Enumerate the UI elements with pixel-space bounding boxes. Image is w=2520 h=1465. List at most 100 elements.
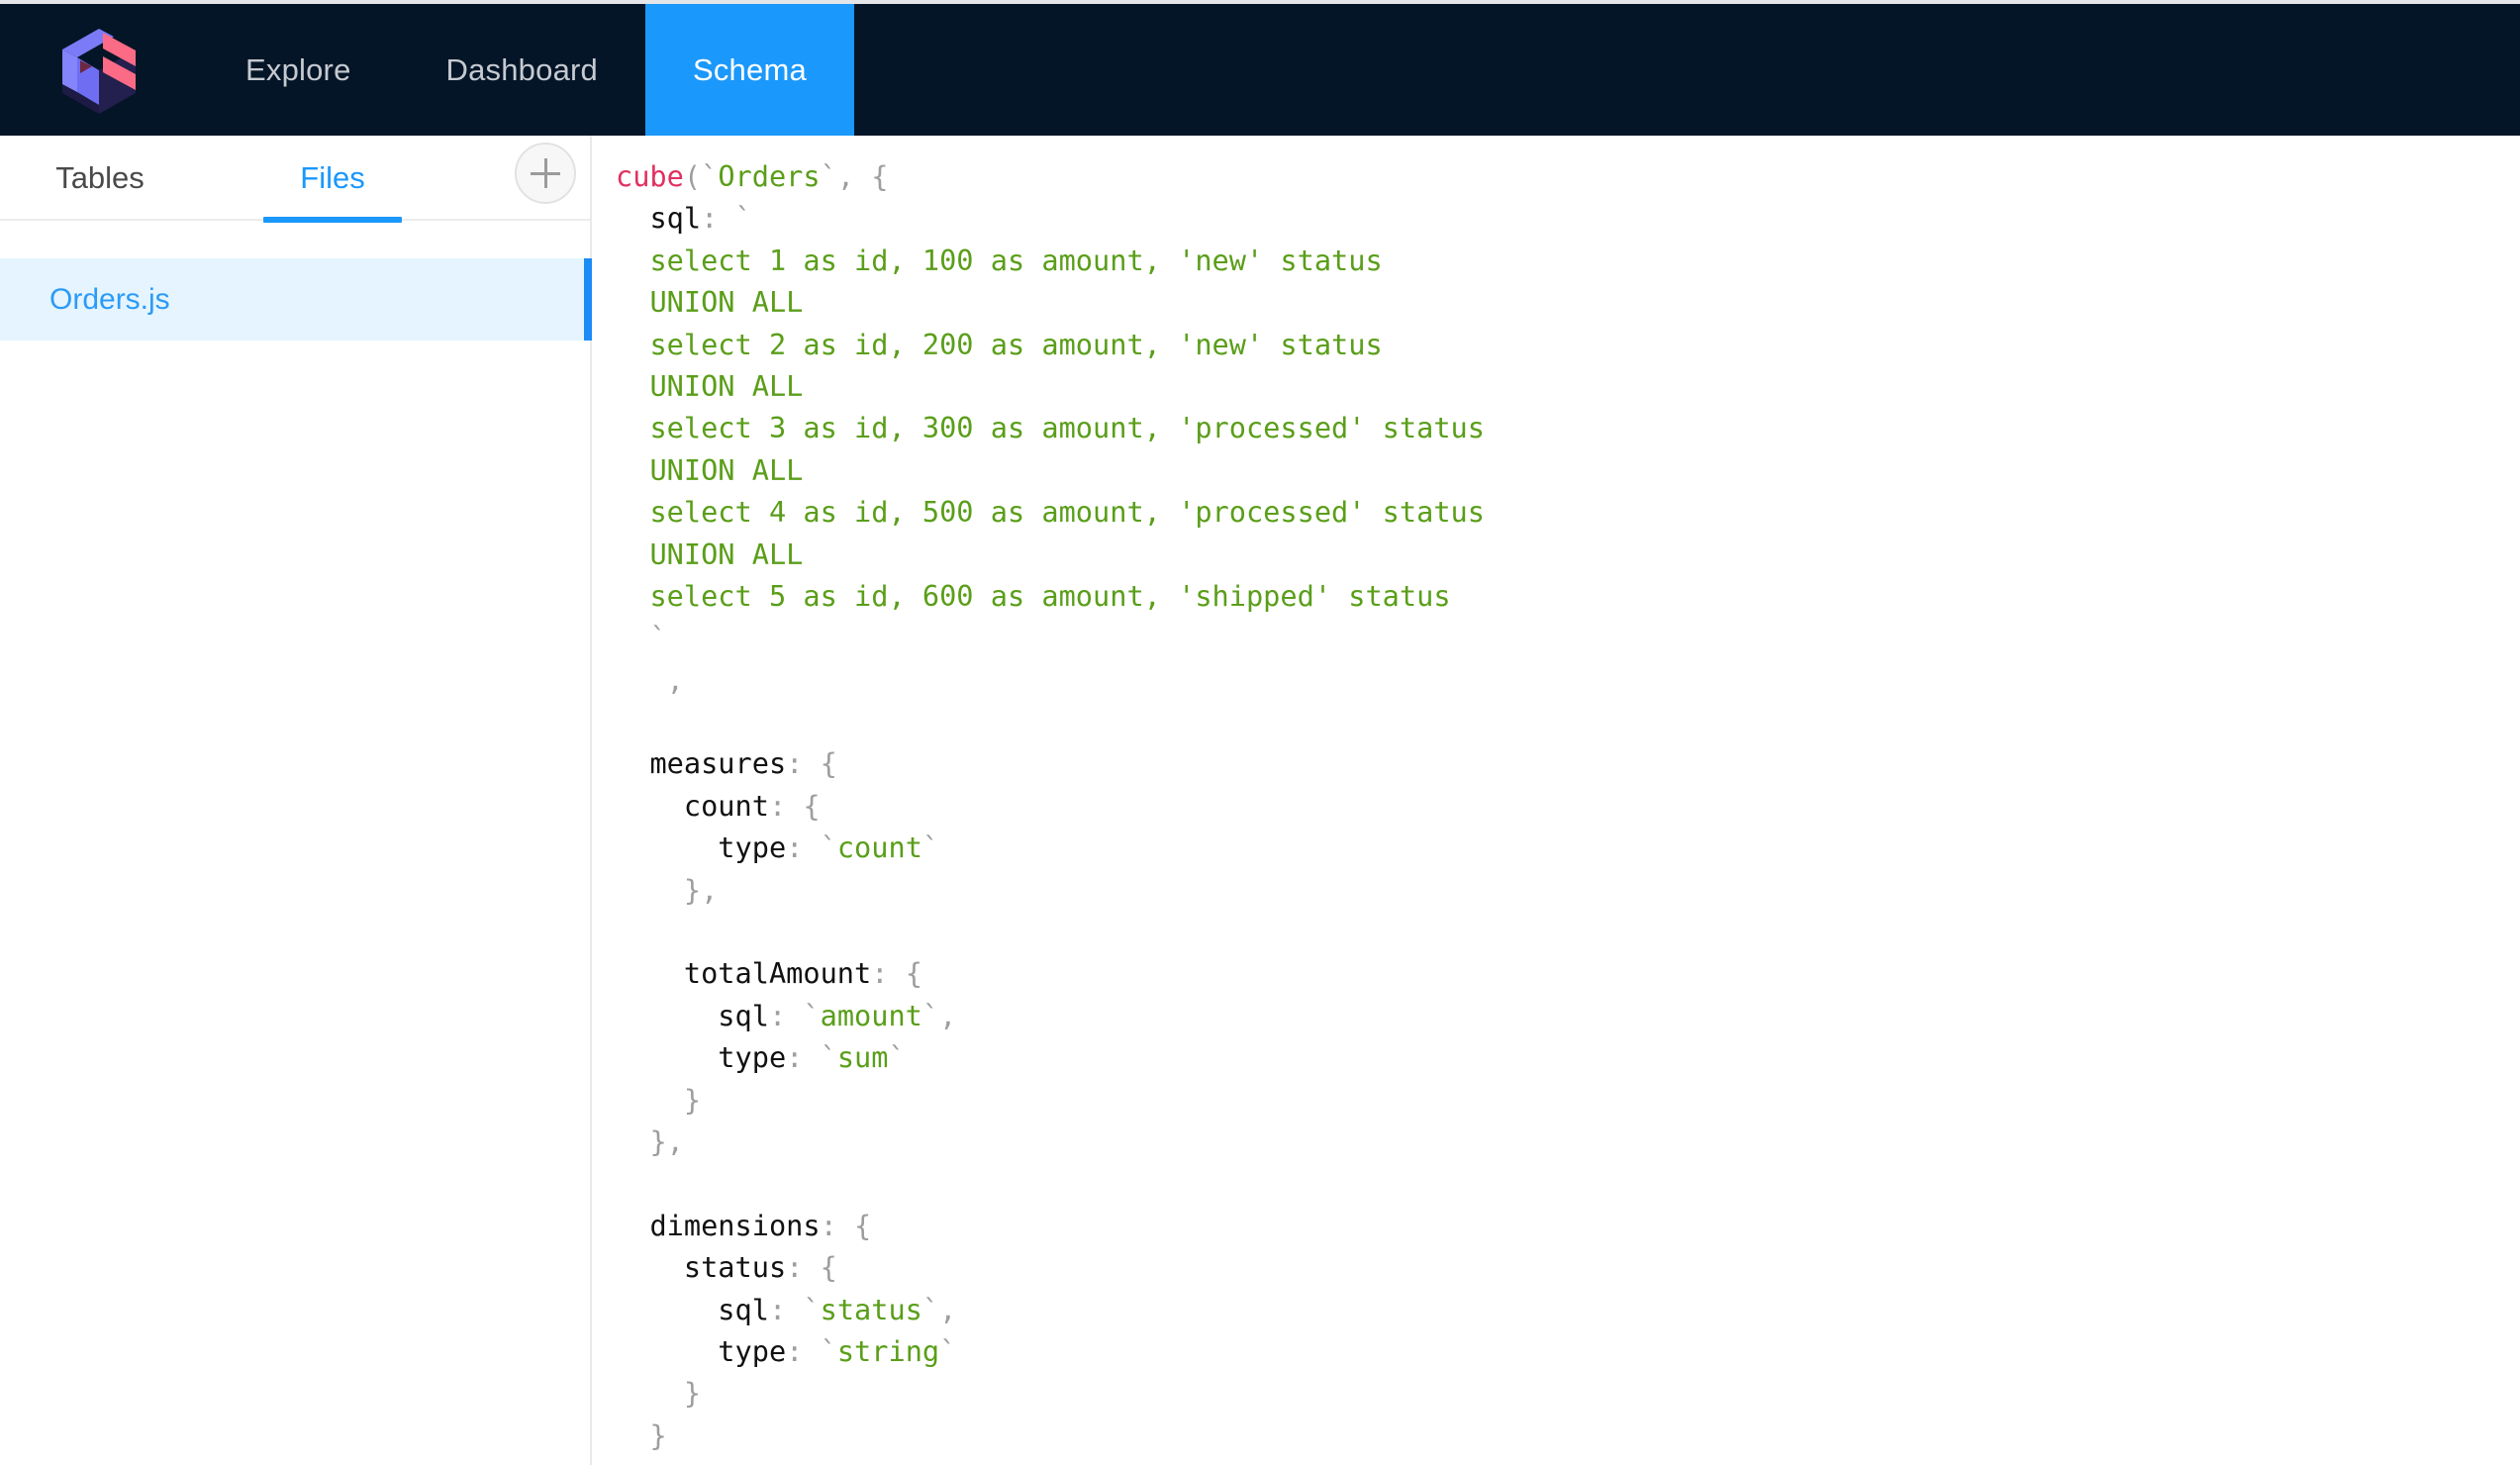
code-line: } [616, 1372, 2520, 1414]
code-line: cube(`Orders`, { [616, 155, 2520, 197]
code-line: select 3 as id, 300 as amount, 'processe… [616, 407, 2520, 448]
code-token: , [939, 1292, 957, 1326]
code-token: ` [820, 1040, 837, 1075]
app-root: Explore Dashboard Schema Tables Files Or… [0, 0, 2520, 1465]
code-token: : [701, 201, 735, 236]
code-line: select 5 as id, 600 as amount, 'shipped'… [616, 575, 2520, 617]
code-token: ` [921, 830, 940, 865]
code-token: type [718, 830, 787, 865]
code-token: }, [683, 872, 719, 907]
code-token: }, [649, 1123, 684, 1158]
code-line: dimensions: { [616, 1205, 2520, 1246]
code-token: ` [921, 1292, 940, 1326]
tab-tables[interactable]: Tables [0, 136, 178, 221]
nav-item-dashboard[interactable]: Dashboard [399, 4, 645, 136]
code-line: }); [616, 1456, 2520, 1465]
nav-item-schema[interactable]: Schema [644, 4, 854, 136]
code-token: ` [701, 159, 719, 193]
code-token: : [768, 1292, 804, 1326]
code-line: sql: `amount`, [616, 995, 2520, 1036]
add-file-button[interactable] [515, 143, 576, 204]
code-line: } [616, 1079, 2520, 1121]
sidebar-tab-bar: Tables Files [0, 136, 590, 223]
tab-files[interactable]: Files [259, 136, 406, 223]
code-token: amount [820, 998, 922, 1032]
code-token: Orders [718, 159, 821, 193]
code-line: type: `string` [616, 1330, 2520, 1372]
code-token: ` [921, 998, 940, 1032]
code-token: , [939, 998, 957, 1032]
file-list: Orders.js [0, 221, 592, 341]
code-token: count [683, 788, 769, 823]
code-token: status [820, 1292, 922, 1326]
code-token: { [905, 956, 922, 991]
code-content[interactable]: cube(`Orders`, { sql: ` select 1 as id, … [616, 155, 2520, 1465]
code-line: select 4 as id, 500 as amount, 'processe… [616, 491, 2520, 533]
code-token: sql [649, 201, 702, 236]
code-token: sql [718, 998, 769, 1032]
code-token: }); [616, 1460, 667, 1465]
code-token: measures [649, 746, 787, 781]
code-token: ` [820, 1333, 837, 1368]
code-line: UNION ALL [616, 281, 2520, 323]
tab-tables-label: Tables [55, 160, 145, 195]
list-item[interactable]: Orders.js [0, 258, 592, 341]
code-line: , [616, 659, 2520, 701]
code-line: totalAmount: { [616, 952, 2520, 994]
code-token: type [718, 1333, 787, 1368]
nav-item-dashboard-label: Dashboard [445, 51, 598, 87]
code-token: } [649, 1417, 667, 1452]
code-token: select 4 as id, 500 as amount, 'processe… [649, 495, 1485, 530]
code-token: dimensions [649, 1208, 821, 1242]
code-line: measures: { [616, 742, 2520, 784]
app-logo[interactable] [0, 4, 198, 136]
code-token: ` [803, 998, 821, 1032]
code-line: type: `count` [616, 827, 2520, 868]
code-token: { [871, 159, 889, 193]
code-token: status [683, 1250, 787, 1285]
code-token: : [820, 1208, 855, 1242]
code-token: : [786, 746, 821, 781]
code-token: select 3 as id, 300 as amount, 'processe… [649, 411, 1485, 445]
code-token: , [836, 159, 872, 193]
code-line: } [616, 1415, 2520, 1456]
code-token: type [718, 1040, 787, 1075]
nav-item-explore[interactable]: Explore [198, 4, 399, 136]
code-token: ` [649, 621, 667, 655]
code-editor-pane[interactable]: cube(`Orders`, { sql: ` select 1 as id, … [594, 136, 2520, 1465]
code-token: ` [734, 201, 752, 236]
code-token: , [666, 662, 684, 697]
code-token: ` [803, 1292, 821, 1326]
code-line: UNION ALL [616, 534, 2520, 575]
code-token: ` [888, 1040, 906, 1075]
code-token: { [820, 746, 837, 781]
code-token: UNION ALL [649, 285, 804, 320]
code-token: UNION ALL [649, 368, 804, 403]
code-token: { [820, 1250, 837, 1285]
code-token: : [786, 1040, 821, 1075]
schema-sidebar: Tables Files Orders.js [0, 136, 592, 1465]
code-line: sql: ` [616, 197, 2520, 239]
tab-files-label: Files [300, 160, 365, 195]
